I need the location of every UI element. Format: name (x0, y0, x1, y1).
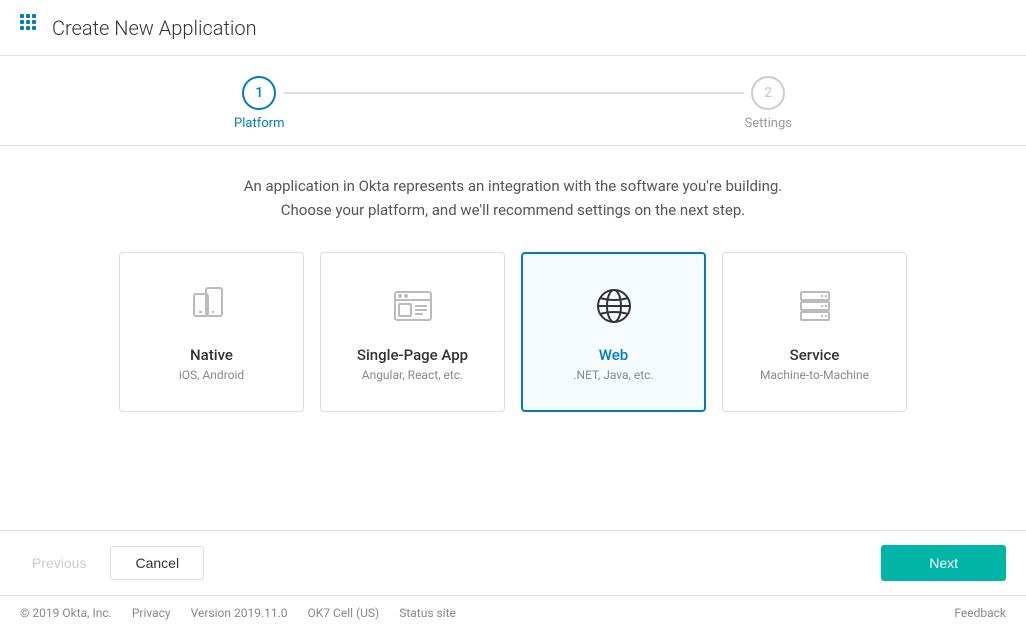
service-icon (791, 282, 839, 334)
platform-card-service[interactable]: Service Machine-to-Machine (722, 252, 907, 412)
web-icon (590, 282, 638, 334)
step-2: 2 Settings (744, 76, 791, 131)
footer-links: © 2019 Okta, Inc. Privacy Version 2019.1… (20, 606, 456, 620)
description-text: An application in Okta represents an int… (20, 174, 1006, 222)
cancel-button[interactable]: Cancel (110, 546, 204, 580)
footer-cell: OK7 Cell (US) (308, 606, 380, 620)
web-card-subtitle: .NET, Java, etc. (573, 368, 653, 382)
page-header: Create New Application (0, 0, 1026, 56)
stepper-section: 1 Platform 2 Settings (0, 56, 1026, 146)
stepper: 1 Platform 2 Settings (0, 76, 1026, 145)
step-connector (284, 92, 744, 94)
page-footer: © 2019 Okta, Inc. Privacy Version 2019.1… (0, 595, 1026, 630)
spa-card-title: Single-Page App (357, 346, 468, 364)
spa-icon (389, 282, 437, 334)
description-section: An application in Okta represents an int… (0, 146, 1026, 242)
next-button[interactable]: Next (881, 545, 1006, 581)
action-buttons: Previous Cancel Next (0, 530, 1026, 595)
step-1-label: Platform (234, 116, 284, 131)
app-icon (20, 14, 42, 41)
footer-privacy-link[interactable]: Privacy (132, 606, 171, 620)
platform-card-web[interactable]: Web .NET, Java, etc. (521, 252, 706, 412)
step-1: 1 Platform (234, 76, 284, 131)
native-icon (188, 282, 236, 334)
service-card-subtitle: Machine-to-Machine (760, 368, 869, 382)
service-card-title: Service (790, 346, 840, 364)
platform-card-native[interactable]: Native iOS, Android (119, 252, 304, 412)
step-2-circle: 2 (751, 76, 785, 110)
footer-left-buttons: Previous Cancel (20, 546, 204, 580)
footer-status-link[interactable]: Status site (399, 606, 456, 620)
footer-copyright: © 2019 Okta, Inc. (20, 606, 112, 620)
platform-card-spa[interactable]: Single-Page App Angular, React, etc. (320, 252, 505, 412)
spa-card-subtitle: Angular, React, etc. (362, 368, 464, 382)
web-card-title: Web (599, 346, 628, 364)
native-card-title: Native (190, 346, 233, 364)
page-title: Create New Application (52, 16, 257, 40)
feedback-link[interactable]: Feedback (954, 606, 1006, 620)
step-2-label: Settings (744, 116, 791, 131)
native-card-subtitle: iOS, Android (179, 368, 244, 382)
previous-button[interactable]: Previous (20, 547, 98, 579)
footer-version: Version 2019.11.0 (191, 606, 288, 620)
platform-cards: Native iOS, Android Single-Page App Angu… (0, 242, 1026, 530)
step-1-circle: 1 (242, 76, 276, 110)
